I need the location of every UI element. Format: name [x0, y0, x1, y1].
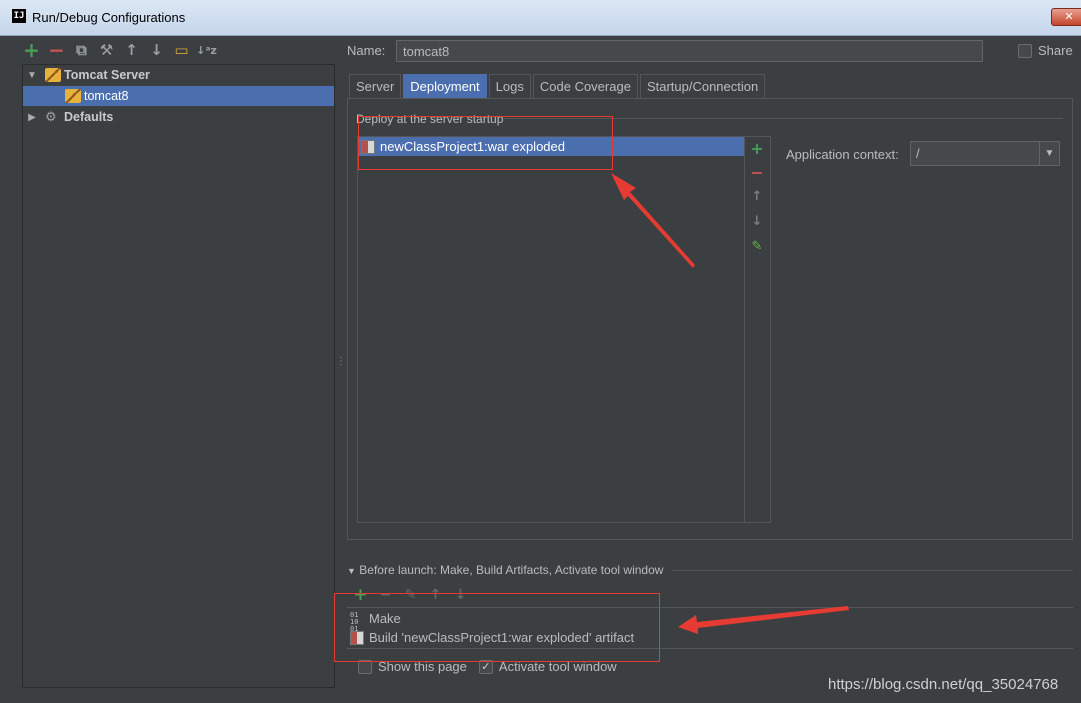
- copy-icon[interactable]: ⧉: [72, 41, 91, 60]
- expanded-arrow-icon[interactable]: ▼: [25, 70, 39, 81]
- share-label: Share: [1038, 43, 1073, 58]
- add-icon[interactable]: +: [22, 38, 41, 62]
- before-launch-label: ▼ Before launch: Make, Build Artifacts, …: [347, 563, 663, 577]
- tree-item-defaults[interactable]: ▶ ⚙ Defaults: [23, 107, 334, 127]
- annotation-box: [358, 116, 613, 170]
- tree-item-label: tomcat8: [84, 89, 129, 103]
- folder-icon[interactable]: ▭: [172, 41, 191, 60]
- tab-server[interactable]: Server: [349, 74, 402, 98]
- window-title: Run/Debug Configurations: [32, 10, 186, 25]
- title-bar: IJ Run/Debug Configurations ✕: [0, 0, 1081, 36]
- move-down-icon[interactable]: ↓: [147, 41, 166, 60]
- tab-code-coverage[interactable]: Code Coverage: [532, 74, 638, 98]
- application-context-select[interactable]: / ▼: [910, 141, 1060, 166]
- edit-icon[interactable]: ✎: [748, 239, 766, 257]
- window-left-edge: [0, 36, 8, 703]
- config-tabs: Server Deployment Logs Code Coverage Sta…: [349, 74, 767, 99]
- collapsed-arrow-icon[interactable]: ▶: [25, 112, 39, 123]
- add-icon[interactable]: +: [748, 139, 766, 158]
- move-down-icon[interactable]: ↓: [748, 214, 766, 232]
- watermark: https://blog.csdn.net/qq_35024768: [828, 676, 1059, 693]
- share-checkbox[interactable]: Share: [1018, 43, 1073, 58]
- tree-item-tomcat-server[interactable]: ▼ Tomcat Server: [23, 65, 334, 85]
- deployment-list[interactable]: newClassProject1:war exploded: [357, 136, 745, 523]
- application-context-label: Application context:: [786, 147, 899, 162]
- config-toolbar: + − ⧉ ⚒ ↑ ↓ ▭ ↓ᵃz: [22, 38, 217, 62]
- close-button[interactable]: ✕: [1051, 8, 1081, 26]
- name-field[interactable]: tomcat8: [396, 40, 983, 62]
- application-context-value: /: [916, 146, 920, 161]
- move-up-icon[interactable]: ↑: [122, 41, 141, 60]
- configuration-tree[interactable]: ▼ Tomcat Server tomcat8 ▶ ⚙ Defaults: [22, 64, 335, 688]
- tree-item-tomcat8[interactable]: tomcat8: [23, 86, 334, 106]
- tree-item-label: Defaults: [64, 110, 114, 124]
- separator: [672, 570, 1073, 571]
- remove-icon[interactable]: −: [748, 163, 766, 182]
- move-up-icon[interactable]: ↑: [748, 189, 766, 207]
- tab-logs[interactable]: Logs: [488, 74, 531, 98]
- name-label: Name:: [347, 43, 386, 58]
- tree-item-label: Tomcat Server: [64, 68, 150, 82]
- sort-icon[interactable]: ↓ᵃz: [196, 41, 217, 60]
- splitter-handle[interactable]: ⋮: [336, 356, 346, 370]
- deployment-tools: + − ↑ ↓ ✎: [744, 136, 771, 523]
- edit-defaults-icon[interactable]: ⚒: [97, 41, 116, 60]
- before-launch-text: Before launch: Make, Build Artifacts, Ac…: [359, 563, 664, 577]
- tomcat-icon: [45, 68, 61, 82]
- annotation-box: [334, 593, 660, 662]
- tomcat-icon: [65, 89, 81, 103]
- tab-deployment[interactable]: Deployment: [403, 74, 487, 99]
- collapse-arrow-icon[interactable]: ▼: [347, 566, 356, 576]
- chevron-down-icon[interactable]: ▼: [1039, 142, 1059, 165]
- share-checkbox-box[interactable]: [1018, 43, 1032, 58]
- tab-startup-connection[interactable]: Startup/Connection: [639, 74, 766, 98]
- defaults-icon: ⚙: [45, 109, 57, 124]
- remove-icon[interactable]: −: [47, 38, 66, 62]
- intellij-icon: IJ: [12, 9, 26, 23]
